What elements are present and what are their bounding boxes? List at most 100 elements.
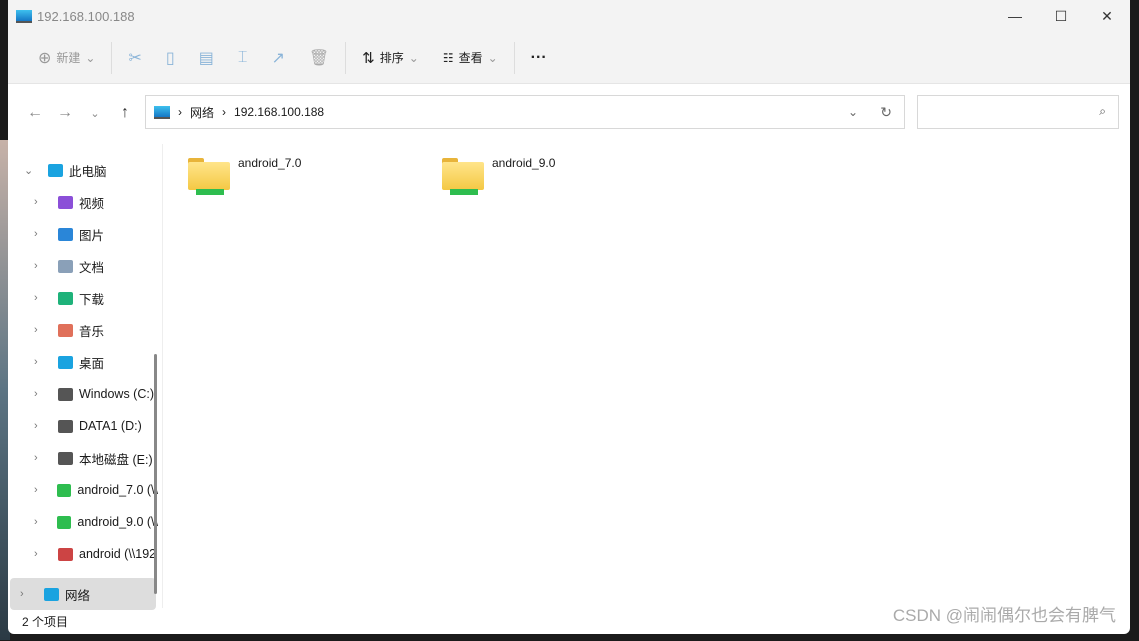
sidebar-item-label: 本地磁盘 (E:) bbox=[79, 452, 153, 467]
breadcrumb-separator: › bbox=[222, 105, 227, 119]
divider bbox=[162, 144, 163, 608]
sidebar-item[interactable]: › 桌面 bbox=[8, 346, 158, 378]
rename-icon: ⌶ bbox=[237, 48, 248, 66]
sidebar-item-label: android_9.0 (\\ bbox=[77, 515, 158, 529]
file-list: android_7.0 android_9.0 bbox=[168, 144, 1130, 608]
breadcrumb-separator: › bbox=[178, 105, 182, 119]
sidebar-item-label: 图片 bbox=[79, 228, 105, 243]
sidebar-item-icon bbox=[57, 483, 72, 497]
up-button[interactable]: ↑ bbox=[110, 104, 140, 122]
chevron-right-icon[interactable]: › bbox=[20, 588, 38, 600]
scissors-icon: ✂ bbox=[128, 49, 142, 67]
sidebar-scrollbar[interactable] bbox=[154, 354, 157, 594]
sidebar-item[interactable]: ⌄ 此电脑 bbox=[8, 154, 158, 186]
folder-name: android_7.0 bbox=[238, 156, 302, 170]
refresh-button[interactable]: ↻ bbox=[880, 104, 892, 121]
sidebar-item[interactable]: › 图片 bbox=[8, 218, 158, 250]
sidebar-item-icon bbox=[58, 419, 73, 433]
minimize-button[interactable]: — bbox=[992, 0, 1038, 32]
rename-button[interactable]: ⌶ bbox=[226, 42, 260, 74]
view-button[interactable]: ☷ 查看 ⌄ bbox=[431, 42, 510, 74]
folder-name: android_9.0 bbox=[492, 156, 556, 170]
sidebar-item-label: 文档 bbox=[79, 260, 105, 275]
chevron-right-icon[interactable]: › bbox=[34, 324, 52, 336]
sidebar-item-label: DATA1 (D:) bbox=[79, 419, 142, 433]
sidebar-item[interactable]: › 本地磁盘 (E:) bbox=[8, 442, 158, 474]
sidebar-item-icon bbox=[58, 259, 73, 273]
sidebar-item-icon bbox=[58, 355, 73, 369]
paste-icon: ▤ bbox=[198, 49, 214, 67]
network-folder-icon bbox=[188, 156, 230, 196]
search-input[interactable]: ⌕ bbox=[917, 95, 1119, 129]
sidebar-item-icon bbox=[58, 547, 73, 561]
sidebar-item[interactable]: › DATA1 (D:) bbox=[8, 410, 158, 442]
sidebar-item[interactable]: › android_9.0 (\\ bbox=[8, 506, 158, 538]
chevron-right-icon[interactable]: › bbox=[34, 484, 51, 496]
paste-button[interactable]: ▤ bbox=[187, 42, 226, 74]
file-explorer-window: 192.168.100.188 — ☐ ✕ ⊕ 新建 ⌄ ✂ ▯ ▤ ⌶ ↗ 🗑 ⇅… bbox=[8, 0, 1130, 634]
chevron-right-icon[interactable]: › bbox=[34, 548, 52, 560]
folder-item[interactable]: android_9.0 bbox=[442, 156, 555, 196]
chevron-right-icon[interactable]: › bbox=[34, 420, 52, 432]
sidebar-item-icon bbox=[57, 515, 72, 529]
chevron-right-icon[interactable]: › bbox=[34, 356, 52, 368]
copy-icon: ▯ bbox=[165, 49, 175, 67]
sidebar-item[interactable]: › 视频 bbox=[8, 186, 158, 218]
copy-button[interactable]: ▯ bbox=[154, 42, 187, 74]
sidebar-item-label: android (\\192 bbox=[79, 547, 157, 561]
close-button[interactable]: ✕ bbox=[1084, 0, 1130, 32]
sidebar-item-icon bbox=[58, 195, 73, 209]
sidebar-item-label: Windows (C:) bbox=[79, 387, 155, 401]
chevron-right-icon[interactable]: › bbox=[34, 260, 52, 272]
chevron-down-icon[interactable]: ⌄ bbox=[24, 164, 42, 177]
chevron-right-icon[interactable]: › bbox=[34, 452, 52, 464]
address-dropdown-button[interactable]: ⌄ bbox=[848, 105, 858, 119]
sidebar-item-label: android_7.0 (\\ bbox=[77, 483, 158, 497]
command-bar: ⊕ 新建 ⌄ ✂ ▯ ▤ ⌶ ↗ 🗑 ⇅ 排序 ⌄ ☷ 查看 ⌄ ··· bbox=[8, 32, 1130, 84]
cut-button[interactable]: ✂ bbox=[116, 42, 153, 74]
divider bbox=[513, 41, 515, 74]
sidebar-item[interactable]: › 文档 bbox=[8, 250, 158, 282]
sidebar-item[interactable]: › 音乐 bbox=[8, 314, 158, 346]
chevron-right-icon[interactable]: › bbox=[34, 292, 52, 304]
status-item-count: 2 个项目 bbox=[22, 615, 69, 629]
sort-icon: ⇅ bbox=[362, 49, 375, 67]
delete-button[interactable]: 🗑 bbox=[297, 42, 341, 74]
sort-button[interactable]: ⇅ 排序 ⌄ bbox=[350, 42, 431, 74]
sidebar-item-label: 下载 bbox=[79, 292, 105, 307]
sidebar-item-icon bbox=[58, 291, 73, 305]
sidebar-item[interactable]: › android (\\192 bbox=[8, 538, 158, 570]
sidebar-item-icon bbox=[58, 323, 73, 337]
sidebar-item[interactable]: › 下载 bbox=[8, 282, 158, 314]
folder-item[interactable]: android_7.0 bbox=[188, 156, 301, 196]
sidebar-item-label: 桌面 bbox=[79, 356, 105, 371]
sidebar-item-network[interactable]: › 网络 bbox=[10, 578, 156, 610]
chevron-right-icon[interactable]: › bbox=[34, 388, 52, 400]
chevron-right-icon[interactable]: › bbox=[34, 516, 51, 528]
more-icon: ··· bbox=[530, 48, 547, 66]
chevron-down-icon: ⌄ bbox=[85, 50, 96, 65]
chevron-right-icon[interactable]: › bbox=[34, 196, 52, 208]
breadcrumb-network[interactable]: 网络 bbox=[190, 104, 214, 121]
sidebar-item[interactable]: › Windows (C:) bbox=[8, 378, 158, 410]
sidebar-item[interactable]: › android_7.0 (\\ bbox=[8, 474, 158, 506]
watermark: CSDN @闹闹偶尔也会有脾气 bbox=[892, 606, 1116, 625]
share-button[interactable]: ↗ bbox=[259, 42, 296, 74]
share-icon: ↗ bbox=[271, 49, 285, 67]
navigation-pane: ⌄ 此电脑 › 视频 › 图片 › 文档 › 下载 › 音乐 › 桌面 › Windows (C:) › DATA… bbox=[8, 144, 158, 610]
network-icon bbox=[44, 587, 59, 601]
new-button[interactable]: ⊕ 新建 ⌄ bbox=[26, 42, 107, 74]
chevron-down-icon: ⌄ bbox=[408, 50, 419, 65]
sidebar-item-icon bbox=[58, 227, 73, 241]
chevron-down-icon: ⌄ bbox=[487, 50, 498, 65]
address-bar[interactable]: › 网络 › 192.168.100.188 ⌄ ↻ bbox=[145, 95, 905, 129]
recent-locations-button[interactable]: ⌄ bbox=[80, 107, 110, 120]
breadcrumb-host[interactable]: 192.168.100.188 bbox=[234, 105, 324, 119]
maximize-button[interactable]: ☐ bbox=[1038, 0, 1084, 32]
back-button[interactable]: ← bbox=[20, 104, 50, 122]
chevron-right-icon[interactable]: › bbox=[34, 228, 52, 240]
forward-button[interactable]: → bbox=[50, 104, 80, 122]
sidebar-item-label: 音乐 bbox=[79, 324, 105, 339]
computer-icon bbox=[154, 105, 170, 119]
more-button[interactable]: ··· bbox=[519, 42, 559, 74]
